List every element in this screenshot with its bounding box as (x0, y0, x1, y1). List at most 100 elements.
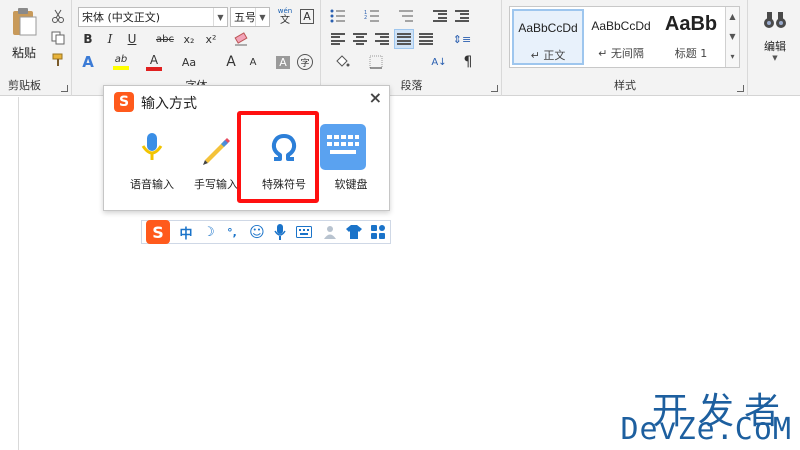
paragraph-launcher[interactable] (491, 85, 498, 92)
shirt-icon[interactable] (346, 224, 362, 240)
line-spacing-icon: ⇕≡ (452, 32, 472, 46)
align-right-button[interactable] (372, 29, 392, 49)
sort-button[interactable]: A↓ (426, 52, 452, 72)
style-normal[interactable]: AaBbCcDd ↵ 正文 (512, 9, 584, 65)
distribute-icon (419, 33, 433, 45)
emoji-icon[interactable]: ☺ (249, 223, 265, 241)
chinese-mode-toggle[interactable]: 中 (178, 224, 194, 242)
paint-bucket-icon (336, 55, 350, 67)
indent-right-icon (455, 10, 469, 22)
align-center-icon (353, 33, 367, 45)
bold-button[interactable]: B (78, 29, 98, 49)
clear-format-button[interactable] (231, 29, 251, 49)
show-marks-button[interactable]: ¶ (458, 52, 478, 72)
soft-keyboard-item[interactable]: 软键盘 (316, 124, 386, 194)
styles-launcher[interactable] (737, 85, 744, 92)
style-sample: AaBbCcDd (518, 21, 578, 35)
punctuation-toggle[interactable]: °, (224, 224, 240, 240)
moon-icon[interactable]: ☽ (201, 224, 217, 240)
eraser-icon (234, 32, 248, 46)
styles-gallery: AaBbCcDd ↵ 正文 AaBbCcDd ↵ 无间隔 AaBb 标题 1 ▲… (509, 6, 740, 68)
scroll-up-icon[interactable]: ▲ (726, 7, 739, 27)
paragraph-group: 12 ⇕≡ A↓ ¶ 段落 (322, 0, 502, 96)
ime-status-bar: S 中 ☽ °, ☺ (141, 220, 391, 244)
change-case-button[interactable]: Aa (177, 52, 201, 72)
font-name-select[interactable]: 宋体 (中文正文) ▼ (78, 7, 228, 27)
font-size-select[interactable]: 五号 ▼ (230, 7, 270, 27)
format-painter-button[interactable] (48, 50, 68, 70)
enclose-glyph: 字 (297, 54, 313, 70)
highlight-button[interactable]: ab (108, 52, 134, 72)
gallery-scroll[interactable]: ▲ ▼ ▾ (725, 7, 739, 67)
justify-button[interactable] (394, 29, 414, 49)
shading-glyph: A (276, 55, 290, 69)
italic-button[interactable]: I (100, 29, 120, 49)
wen-char: 文 (280, 14, 290, 26)
user-icon[interactable] (322, 224, 338, 240)
align-center-button[interactable] (350, 29, 370, 49)
more-icon[interactable]: ▾ (726, 47, 739, 67)
binoculars-icon (764, 12, 786, 28)
find-button[interactable]: 编辑 ▼ (757, 8, 793, 64)
multilevel-list-button[interactable] (396, 6, 416, 26)
font-group: 宋体 (中文正文) ▼ 五号 ▼ wén 文 A B I U abc x₂ x²… (73, 0, 321, 96)
voice-input-label: 语音输入 (130, 178, 174, 191)
ribbon: 粘贴 剪贴板 宋体 (中文正文) ▼ 五号 ▼ wén 文 A B I U ab… (0, 0, 800, 96)
borders-button[interactable] (362, 52, 390, 72)
decrease-indent-button[interactable] (430, 6, 450, 26)
border-icon (369, 55, 383, 69)
char-border-glyph: A (300, 8, 314, 24)
cut-button[interactable] (48, 6, 68, 26)
style-no-spacing[interactable]: AaBbCcDd ↵ 无间隔 (585, 9, 657, 65)
bullets-button[interactable] (328, 6, 348, 26)
copy-button[interactable] (48, 28, 68, 48)
shrink-font-button[interactable]: A (243, 52, 263, 72)
red-swatch (146, 66, 162, 71)
char-border-button[interactable]: A (297, 6, 317, 26)
clipboard-group: 粘贴 剪贴板 (0, 0, 72, 96)
voice-input-item[interactable]: 语音输入 (117, 124, 187, 194)
clipboard-icon (13, 8, 37, 36)
text-effects-button[interactable]: A (78, 52, 98, 72)
strikethrough-button[interactable]: abc (152, 29, 178, 49)
char-shading-button[interactable]: A (273, 52, 293, 72)
scroll-down-icon[interactable]: ▼ (726, 27, 739, 47)
styles-group-label: 样式 (614, 79, 636, 92)
paste-button[interactable]: 粘贴 (4, 4, 44, 60)
clipboard-launcher[interactable] (61, 85, 68, 92)
increase-indent-button[interactable] (452, 6, 472, 26)
style-heading-1[interactable]: AaBb 标题 1 (658, 9, 724, 65)
keyboard-icon[interactable] (296, 224, 312, 240)
align-left-button[interactable] (328, 29, 348, 49)
phonetic-guide-button[interactable]: wén 文 (275, 6, 295, 26)
enclose-char-button[interactable]: 字 (295, 52, 315, 72)
wen-pinyin: wén (277, 6, 293, 15)
font-color-glyph: A (149, 52, 159, 67)
copy-icon (51, 31, 65, 45)
sogou-logo-icon[interactable]: S (146, 220, 170, 244)
grow-font-button[interactable]: A (221, 52, 241, 72)
microphone-icon (141, 133, 163, 160)
superscript-button[interactable]: x² (201, 29, 221, 49)
scissors-icon (52, 9, 64, 23)
microphone-icon[interactable] (272, 224, 288, 240)
font-color-button[interactable]: A (141, 52, 167, 72)
distribute-button[interactable] (416, 29, 436, 49)
numbered-list-icon: 12 (364, 10, 379, 22)
sogou-logo-icon: S (114, 92, 134, 112)
popup-close-button[interactable]: × (369, 88, 382, 107)
editing-group: 编辑 ▼ (749, 0, 800, 96)
style-name: ↵ 无间隔 (598, 47, 644, 60)
popup-title: 输入方式 (141, 96, 197, 112)
style-name: 标题 1 (674, 47, 708, 60)
style-name: ↵ 正文 (530, 49, 566, 62)
style-sample: AaBbCcDd (591, 19, 651, 33)
numbering-button[interactable]: 12 (362, 6, 382, 26)
line-spacing-button[interactable]: ⇕≡ (448, 29, 476, 49)
chevron-down-icon: ▼ (213, 8, 227, 26)
subscript-button[interactable]: x₂ (179, 29, 199, 49)
underline-button[interactable]: U (122, 29, 142, 49)
keyboard-icon (320, 124, 366, 170)
grid-icon[interactable] (370, 224, 386, 240)
shading-button[interactable] (328, 52, 356, 72)
